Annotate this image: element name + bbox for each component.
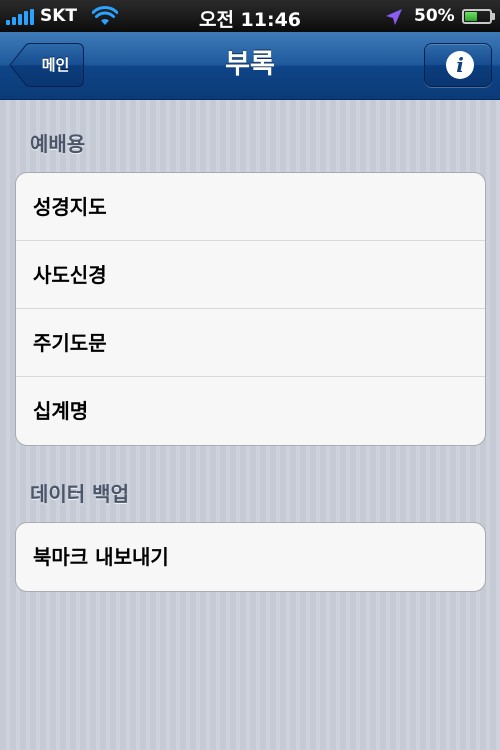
- status-bar: SKT 오전 11:46 50%: [0, 0, 500, 32]
- location-arrow-icon: [386, 9, 402, 25]
- battery-percent: 50%: [414, 6, 455, 26]
- back-button-label: 메인: [41, 56, 70, 74]
- battery-level-fill: [465, 12, 477, 21]
- worship-group: 성경지도 사도신경 주기도문 십계명: [15, 172, 486, 446]
- info-button[interactable]: i: [424, 43, 492, 87]
- back-button[interactable]: 메인: [9, 43, 84, 87]
- list-item-apostles-creed[interactable]: 사도신경: [16, 241, 485, 309]
- battery-nub: [492, 13, 495, 20]
- navigation-bar: 부록 메인 i: [0, 32, 500, 100]
- list-item-ten-commandments[interactable]: 십계명: [16, 377, 485, 445]
- section-header-data-backup: 데이터 백업: [30, 482, 129, 506]
- list-item-bible-maps[interactable]: 성경지도: [16, 173, 485, 241]
- section-header-worship: 예배용: [30, 132, 86, 156]
- info-icon: i: [446, 51, 474, 79]
- list-item-export-bookmarks[interactable]: 북마크 내보내기: [16, 523, 485, 591]
- data-backup-group: 북마크 내보내기: [15, 522, 486, 592]
- battery-icon: [462, 9, 492, 24]
- list-item-lords-prayer[interactable]: 주기도문: [16, 309, 485, 377]
